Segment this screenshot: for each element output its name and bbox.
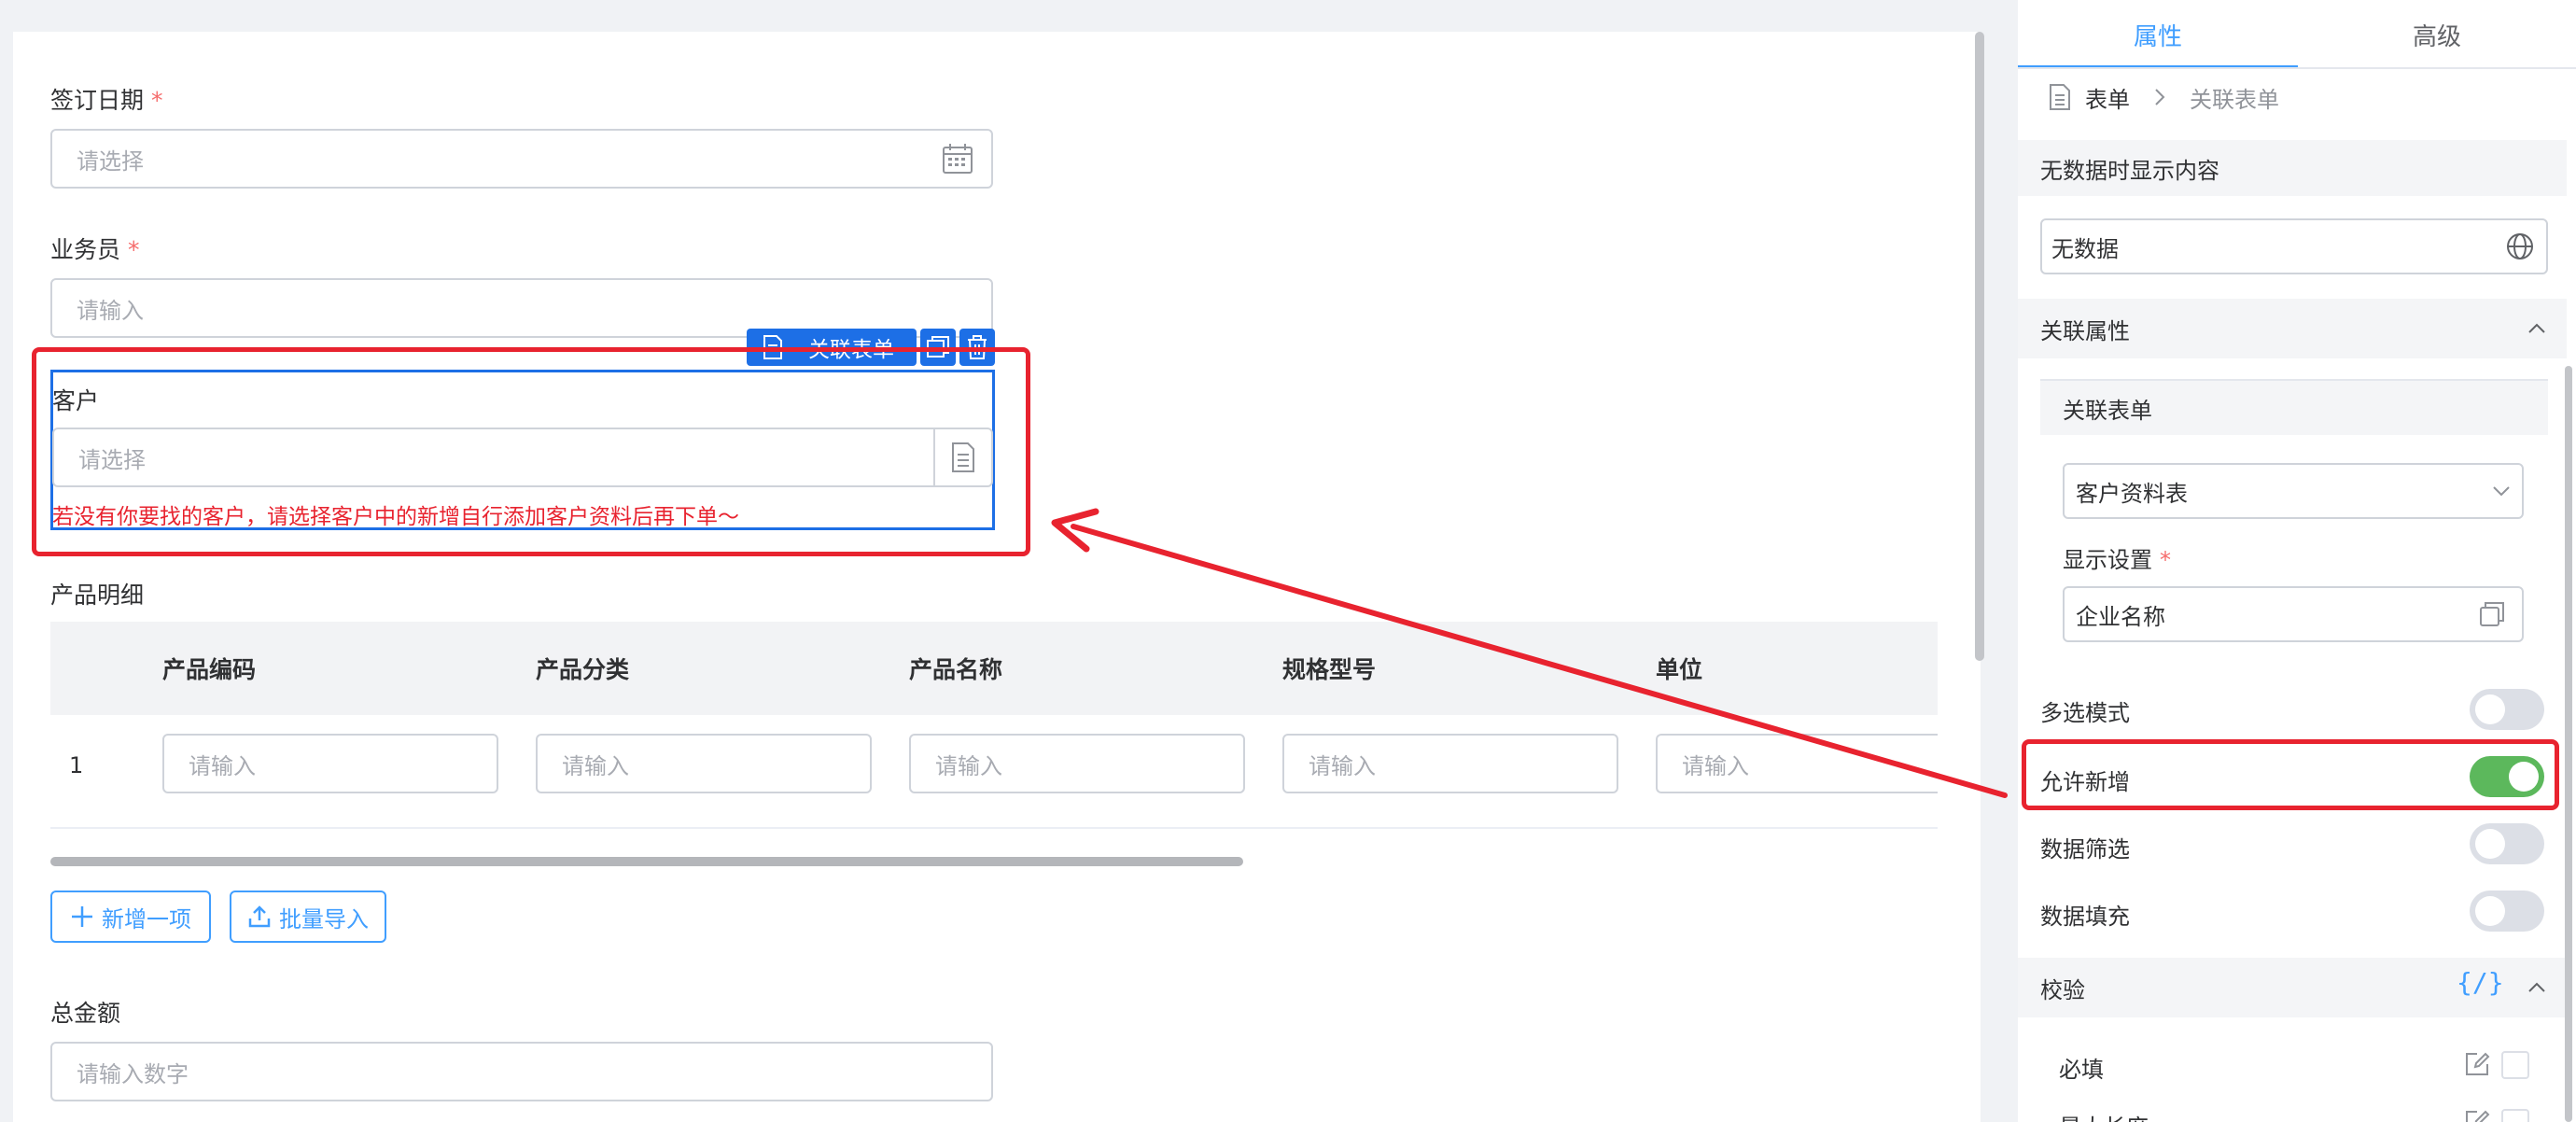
annotation-arrow [1051, 508, 2008, 798]
